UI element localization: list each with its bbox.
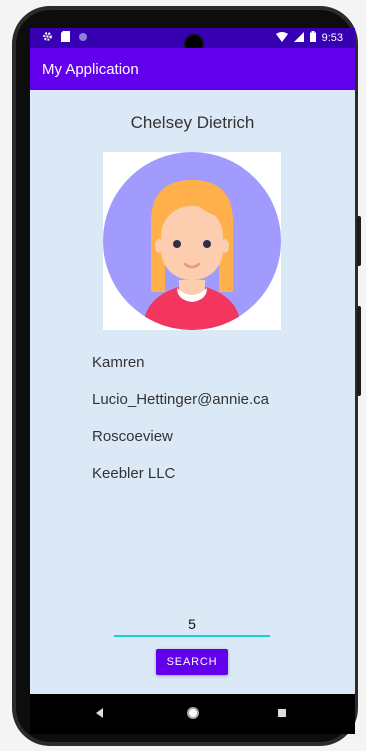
profile-company: Keebler LLC — [92, 465, 176, 482]
circle-icon — [78, 32, 88, 45]
profile-username: Kamren — [92, 354, 145, 371]
app-title: My Application — [42, 61, 139, 78]
avatar-illustration — [103, 152, 281, 330]
profile-email: Lucio_Hettinger@annie.ca — [92, 391, 270, 408]
profile-name: Chelsey Dietrich — [130, 113, 255, 132]
search-button[interactable]: SEARCH — [156, 649, 228, 675]
power-button — [357, 216, 361, 266]
app-screen: 9:53 My Application Chelsey Dietrich Kam… — [30, 28, 355, 734]
sd-card-icon — [61, 31, 70, 45]
wifi-icon — [275, 31, 288, 45]
recents-icon[interactable] — [278, 709, 286, 717]
status-time: 9:53 — [321, 32, 343, 44]
signal-icon — [293, 31, 304, 45]
app-bar: My Application — [30, 48, 355, 90]
avatar — [103, 152, 281, 330]
battery-icon — [309, 31, 316, 45]
home-icon[interactable] — [187, 707, 199, 719]
back-icon[interactable] — [96, 708, 103, 718]
search-input[interactable] — [114, 613, 270, 637]
settings-icon — [42, 31, 53, 45]
navigation-bar — [30, 694, 355, 734]
volume-button — [357, 306, 361, 396]
profile-city: Roscoeview — [92, 428, 173, 445]
